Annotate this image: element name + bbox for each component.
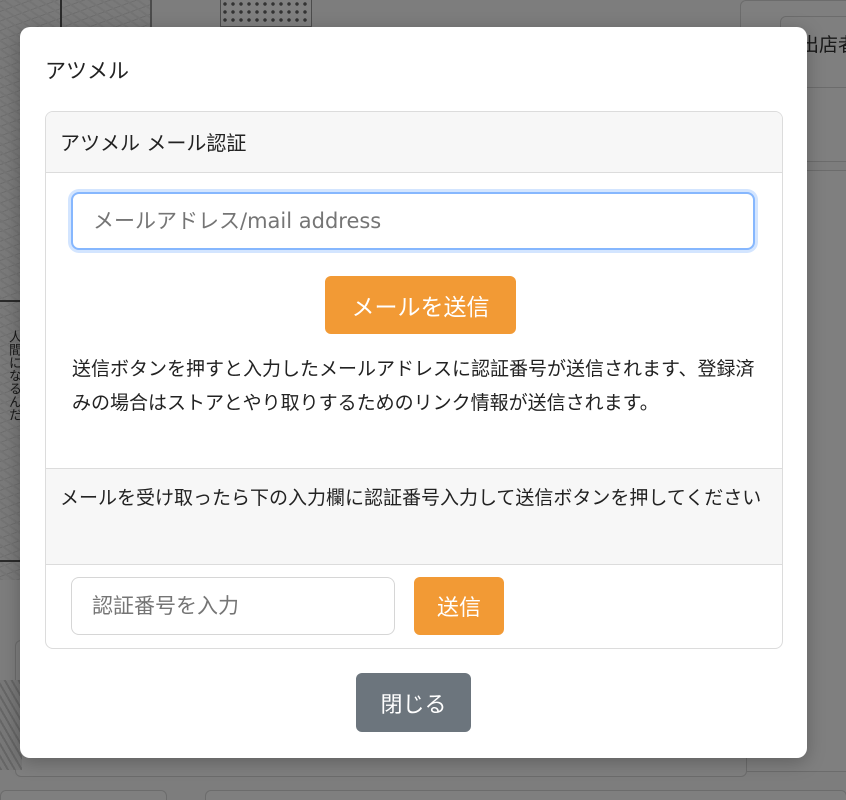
code-instructions-text: メールを受け取ったら下の入力欄に認証番号入力して送信ボタンを押してください xyxy=(60,487,762,509)
email-input[interactable] xyxy=(71,192,755,250)
send-code-button[interactable]: 送信 xyxy=(414,577,504,635)
auth-modal: アツメル アツメル メール認証 メールを送信 送信ボタンを押すと入力したメールア… xyxy=(20,27,807,758)
verification-code-input[interactable] xyxy=(71,577,395,635)
close-button[interactable]: 閉じる xyxy=(356,673,471,732)
card-header: アツメル メール認証 xyxy=(46,112,782,173)
code-section-header: メールを受け取ったら下の入力欄に認証番号入力して送信ボタンを押してください xyxy=(46,468,782,565)
email-auth-card: アツメル メール認証 メールを送信 送信ボタンを押すと入力したメールアドレスに認… xyxy=(45,111,783,649)
send-mail-button[interactable]: メールを送信 xyxy=(325,276,516,334)
card-header-title: アツメル メール認証 xyxy=(60,131,247,155)
modal-title: アツメル xyxy=(45,59,129,83)
instructions-text: 送信ボタンを押すと入力したメールアドレスに認証番号が送信されます、登録済みの場合… xyxy=(72,358,755,414)
